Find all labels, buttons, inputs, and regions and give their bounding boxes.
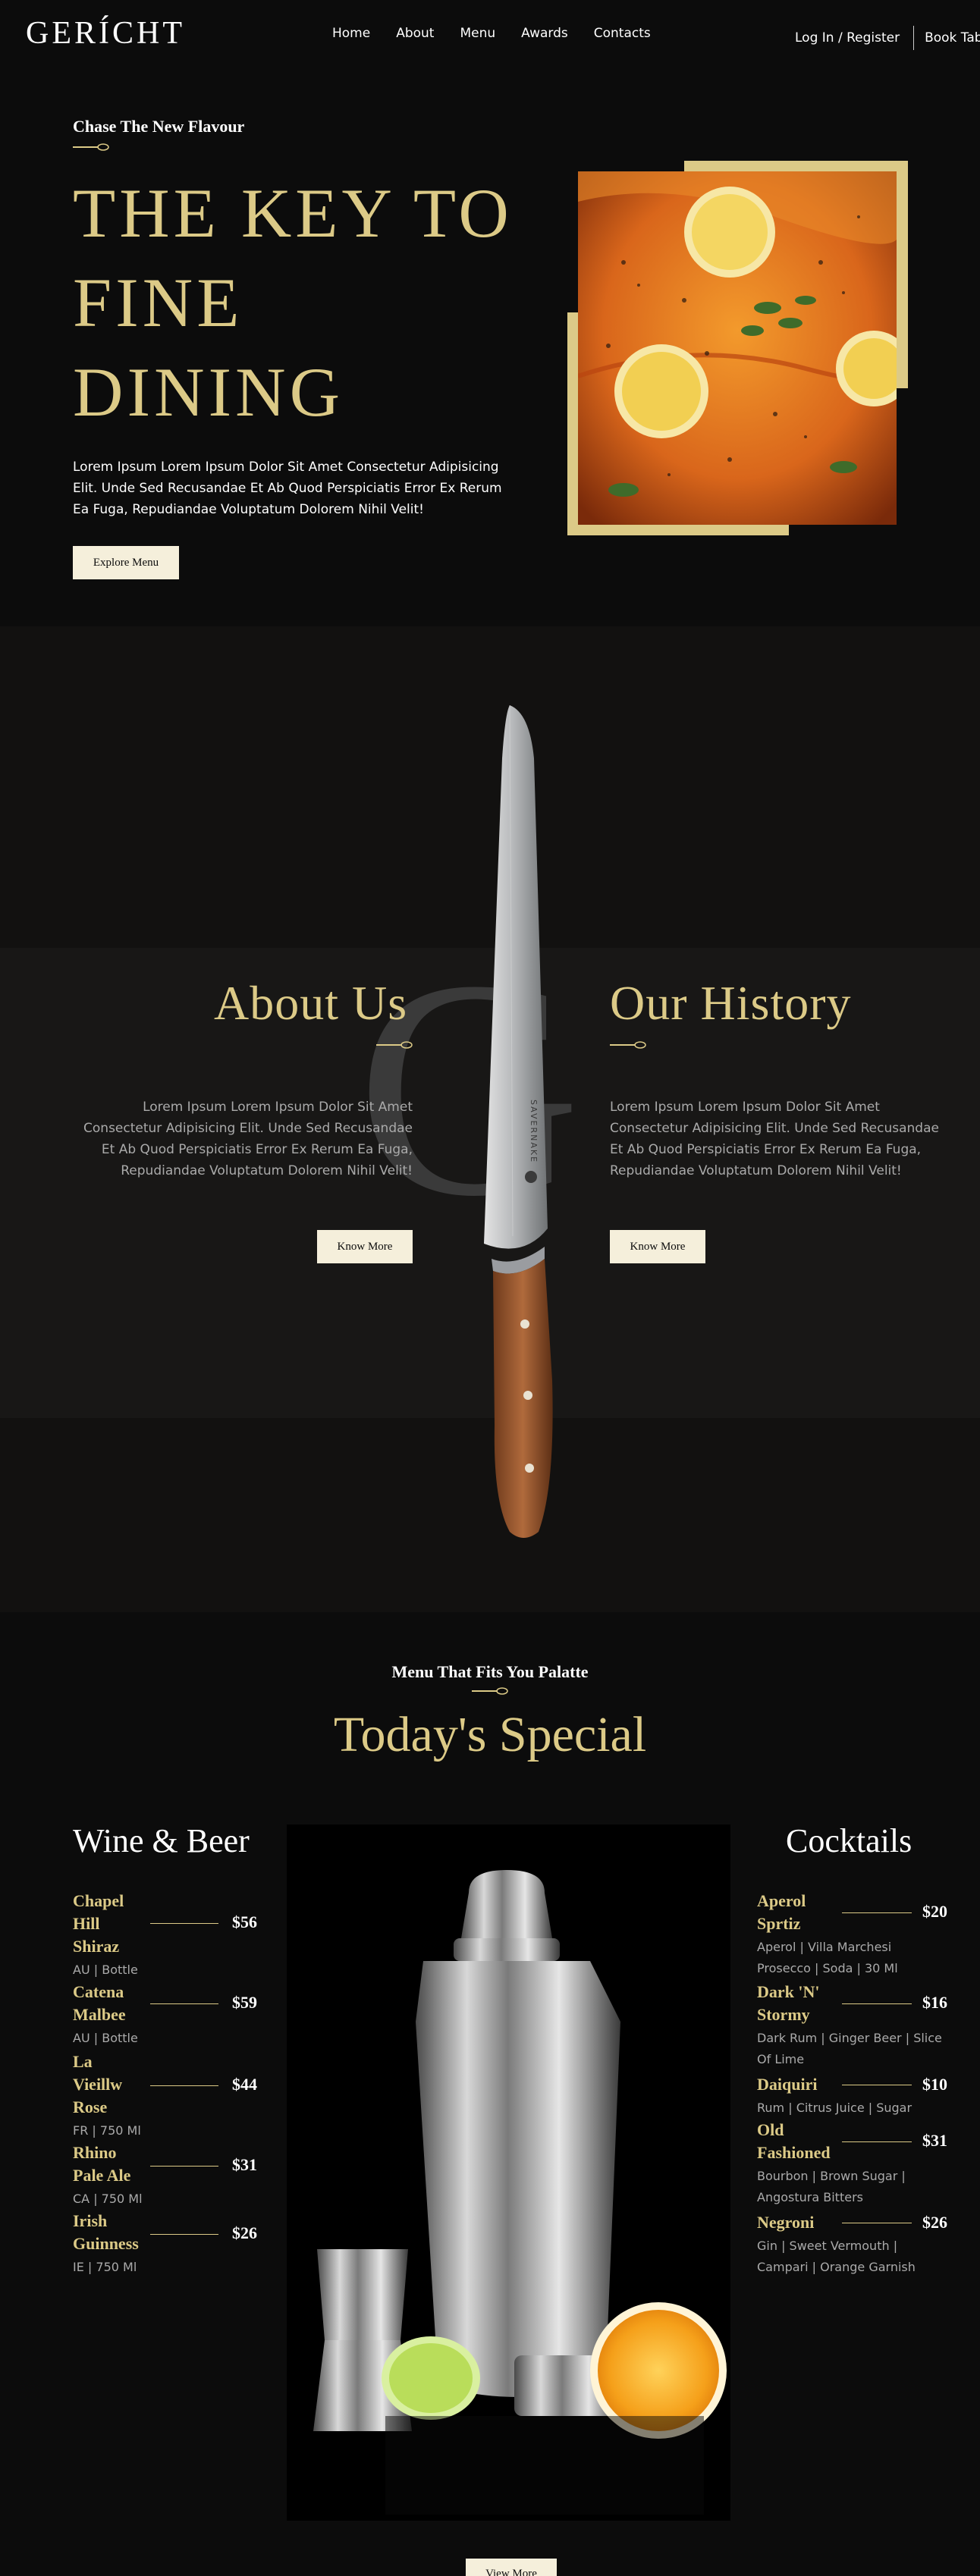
menu-item-description: FR | 750 Ml bbox=[73, 2123, 141, 2138]
menu-item-description: CA | 750 Ml bbox=[73, 2192, 143, 2206]
specials-title: Today's Special bbox=[333, 1707, 647, 1762]
menu-item-price: $44 bbox=[232, 2075, 257, 2094]
spoon-icon bbox=[610, 1041, 646, 1049]
menu-item-divider bbox=[842, 2141, 912, 2142]
menu-item-description: AU | Bottle bbox=[73, 1963, 138, 1977]
hero-description: Lorem Ipsum Lorem Ipsum Dolor Sit Amet C… bbox=[73, 460, 502, 517]
nav-actions: Log In / Register Book Table bbox=[795, 26, 980, 50]
nav-link-menu[interactable]: Menu bbox=[460, 26, 495, 41]
hero-title: THE KEY TO FINE DINING bbox=[73, 168, 513, 437]
our-history-text: Lorem Ipsum Lorem Ipsum Dolor Sit Amet C… bbox=[610, 1100, 939, 1178]
menu-item-name: Old Fashioned bbox=[757, 2120, 831, 2162]
menu-item-name: Aperol Sprtiz bbox=[757, 1891, 806, 1933]
book-table-link[interactable]: Book Table bbox=[925, 30, 980, 45]
hero-title-line: THE KEY TO bbox=[73, 174, 513, 252]
menu-item-price: $20 bbox=[922, 1902, 947, 1921]
menu-item-description: AU | Bottle bbox=[73, 2031, 138, 2045]
history-know-more-button[interactable]: Know More bbox=[610, 1230, 705, 1263]
menu-item-description: Bourbon | Brown Sugar | Angostura Bitter… bbox=[757, 2169, 906, 2204]
hero-subtitle: Chase The New Flavour bbox=[73, 117, 245, 136]
nav-links: Home About Menu Awards Contacts bbox=[332, 26, 651, 41]
view-more-button[interactable]: View More bbox=[466, 2559, 557, 2576]
menu-item-name: Irish Guinness bbox=[73, 2211, 139, 2253]
menu-item-description: Dark Rum | Ginger Beer | Slice Of Lime bbox=[757, 2031, 942, 2066]
menu-item-description: Gin | Sweet Vermouth | Campari | Orange … bbox=[757, 2239, 916, 2274]
menu-item-cocktail[interactable]: Negroni $26 Gin | Sweet Vermouth | Campa… bbox=[757, 2211, 954, 2279]
menu-item-price: $56 bbox=[232, 1912, 257, 1931]
menu-item-name: La Vieillw Rose bbox=[73, 2052, 123, 2116]
menu-item-name: Rhino Pale Ale bbox=[73, 2143, 131, 2185]
menu-item-price: $59 bbox=[232, 1993, 257, 2012]
menu-item-name: Dark 'N' Stormy bbox=[757, 1982, 820, 2024]
menu-item-name: Negroni bbox=[757, 2213, 815, 2232]
cocktail-shaker-image bbox=[287, 1825, 730, 2521]
menu-item-wine[interactable]: La Vieillw Rose $44 FR | 750 Ml bbox=[73, 2050, 262, 2141]
menu-item-price: $26 bbox=[922, 2213, 947, 2232]
menu-item-divider bbox=[150, 2234, 218, 2235]
spoon-icon bbox=[73, 143, 109, 151]
nav-link-contacts[interactable]: Contacts bbox=[594, 26, 651, 41]
menu-item-cocktail[interactable]: Old Fashioned $31 Bourbon | Brown Sugar … bbox=[757, 2119, 954, 2210]
salmon-dish-image bbox=[578, 171, 897, 525]
nav-link-about[interactable]: About bbox=[396, 26, 434, 41]
about-us-title: About Us bbox=[214, 976, 408, 1030]
menu-item-cocktail[interactable]: Dark 'N' Stormy $16 Dark Rum | Ginger Be… bbox=[757, 1981, 954, 2072]
about-us-text: Lorem Ipsum Lorem Ipsum Dolor Sit Amet C… bbox=[83, 1100, 413, 1178]
menu-item-divider bbox=[842, 2003, 912, 2004]
menu-item-cocktail[interactable]: Daiquiri $10 Rum | Citrus Juice | Sugar bbox=[757, 2073, 954, 2119]
knife-brand-text: SAVERNAKE bbox=[529, 1100, 539, 1163]
menu-item-description: IE | 750 Ml bbox=[73, 2260, 137, 2274]
menu-item-price: $31 bbox=[922, 2131, 947, 2150]
wine-beer-title: Wine & Beer bbox=[73, 1822, 250, 1859]
login-register-link[interactable]: Log In / Register bbox=[795, 30, 900, 45]
menu-item-name: Catena Malbee bbox=[73, 1982, 126, 2024]
menu-item-name: Chapel Hill Shiraz bbox=[73, 1891, 124, 1956]
menu-item-price: $10 bbox=[922, 2075, 947, 2094]
menu-item-description: Aperol | Villa Marchesi Prosecco | Soda … bbox=[757, 1940, 898, 1975]
menu-item-divider bbox=[150, 2166, 218, 2167]
about-know-more-button[interactable]: Know More bbox=[317, 1230, 413, 1263]
menu-item-divider bbox=[150, 1923, 218, 1924]
menu-item-price: $16 bbox=[922, 1993, 947, 2012]
spoon-icon bbox=[472, 1687, 508, 1695]
menu-item-divider bbox=[150, 2085, 218, 2086]
navbar: GERÍCHT Home About Menu Awards Contacts … bbox=[0, 0, 980, 68]
nav-divider bbox=[913, 26, 915, 50]
menu-item-name: Daiquiri bbox=[757, 2075, 818, 2094]
menu-item-divider bbox=[150, 2003, 218, 2004]
nav-link-home[interactable]: Home bbox=[332, 26, 370, 41]
menu-item-wine[interactable]: Rhino Pale Ale $31 CA | 750 Ml bbox=[73, 2141, 262, 2210]
specials-subtitle: Menu That Fits You Palatte bbox=[391, 1662, 589, 1681]
our-history-title: Our History bbox=[610, 976, 852, 1030]
knife-image: SAVERNAKE bbox=[484, 704, 553, 1538]
hero-title-line: DINING bbox=[73, 353, 344, 431]
menu-item-wine[interactable]: Irish Guinness $26 IE | 750 Ml bbox=[73, 2210, 262, 2278]
menu-item-price: $31 bbox=[232, 2155, 257, 2174]
menu-item-description: Rum | Citrus Juice | Sugar bbox=[757, 2101, 912, 2115]
menu-item-cocktail[interactable]: Aperol Sprtiz $20 Aperol | Villa Marches… bbox=[757, 1890, 954, 1981]
nav-link-awards[interactable]: Awards bbox=[521, 26, 568, 41]
menu-item-wine[interactable]: Chapel Hill Shiraz $56 AU | Bottle bbox=[73, 1890, 262, 1981]
cocktails-title: Cocktails bbox=[786, 1822, 912, 1859]
menu-item-wine[interactable]: Catena Malbee $59 AU | Bottle bbox=[73, 1981, 262, 2049]
menu-item-divider bbox=[842, 1912, 912, 1913]
hero-title-line: FINE bbox=[73, 264, 243, 341]
spoon-icon bbox=[376, 1041, 413, 1049]
menu-item-price: $26 bbox=[232, 2223, 257, 2242]
explore-menu-button[interactable]: Explore Menu bbox=[73, 546, 179, 579]
logo[interactable]: GERÍCHT bbox=[26, 15, 185, 52]
